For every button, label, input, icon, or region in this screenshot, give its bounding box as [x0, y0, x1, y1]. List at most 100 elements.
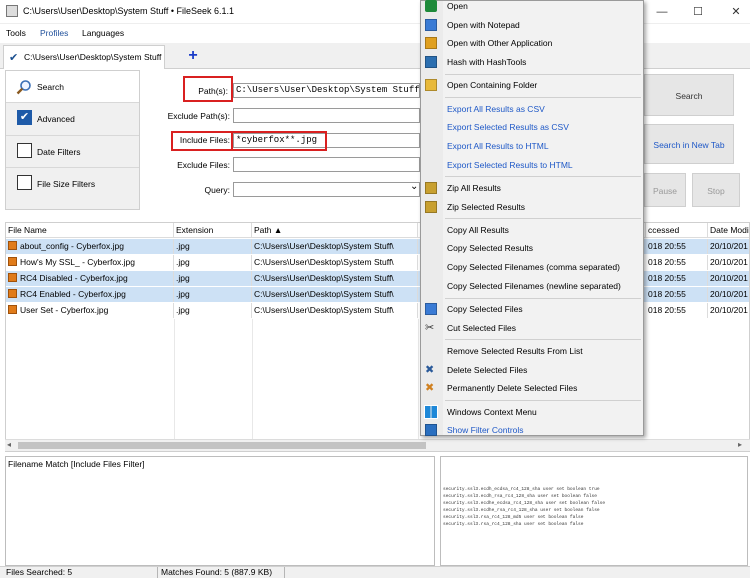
stop-button[interactable]: Stop [692, 173, 740, 207]
file-name: RC4 Enabled - Cyberfox.jpg [20, 289, 126, 299]
side-item-date-filters[interactable]: Date Filters [6, 136, 139, 168]
side-panel: Search ✔ Advanced Date Filters File Size… [5, 70, 140, 210]
file-modified: 20/10/201 [708, 239, 749, 254]
menu-item-remove-selected-results-from-list[interactable]: Remove Selected Results From List [421, 342, 643, 360]
context-menu-separator [445, 73, 641, 75]
file-accessed: 018 20:55 [646, 303, 708, 318]
delete-icon: ✖ [425, 382, 435, 395]
menu-item-show-filter-controls[interactable]: Show Filter Controls [421, 421, 643, 439]
column-header-path[interactable]: Path ▲ [252, 223, 418, 238]
tab-profile[interactable]: ✔ C:\Users\User\Desktop\System Stuff [3, 45, 165, 69]
search-new-tab-button[interactable]: Search in New Tab [644, 124, 734, 164]
menu-languages[interactable]: Languages [82, 28, 124, 38]
menu-item-zip-selected-results[interactable]: Zip Selected Results [421, 198, 643, 216]
side-item-label: Search [37, 82, 64, 92]
paths-label: Path(s): [198, 86, 228, 96]
menu-item-label: Permanently Delete Selected Files [447, 383, 578, 394]
column-divider [418, 319, 419, 439]
menu-item-permanently-delete-selected-files[interactable]: ✖ Permanently Delete Selected Files [421, 379, 643, 397]
query-select[interactable] [233, 182, 420, 197]
side-item-search[interactable]: Search [6, 71, 139, 103]
menu-item-export-all-results-to-html[interactable]: Export All Results to HTML [421, 137, 643, 155]
side-item-advanced[interactable]: ✔ Advanced [6, 103, 139, 136]
file-accessed: 018 20:55 [646, 255, 708, 270]
menu-tools[interactable]: Tools [6, 28, 26, 38]
preview-line: security.ssl3.ecdh_ecdsa_rc4_128_sha use… [443, 487, 600, 492]
menu-item-open-with-other-application[interactable]: Open with Other Application [421, 34, 643, 52]
file-accessed: 018 20:55 [646, 239, 708, 254]
file-accessed: 018 20:55 [646, 271, 708, 286]
search-icon [16, 80, 31, 95]
menu-item-export-selected-results-as-csv[interactable]: Export Selected Results as CSV [421, 118, 643, 136]
menu-item-cut-selected-files[interactable]: ✂ Cut Selected Files [421, 319, 643, 337]
preview-line: security.ssl3.rsa_rc4_128_md5 user set b… [443, 515, 584, 520]
menu-item-windows-context-menu[interactable]: Windows Context Menu [421, 403, 643, 421]
image-file-icon [8, 257, 17, 266]
menu-item-copy-selected-files[interactable]: Copy Selected Files [421, 300, 643, 318]
menu-item-copy-all-results[interactable]: Copy All Results [421, 221, 643, 239]
side-item-label: Date Filters [37, 147, 81, 157]
app-icon [6, 5, 18, 17]
menu-item-copy-selected-filenames-newline-separated[interactable]: Copy Selected Filenames (newline separat… [421, 277, 643, 295]
column-header-extension[interactable]: Extension [174, 223, 252, 238]
scroll-right-icon[interactable]: ▸ [738, 440, 742, 449]
status-divider [284, 567, 285, 578]
pause-button[interactable]: Pause [644, 173, 686, 207]
file-modified: 20/10/201 [708, 255, 749, 270]
side-item-size-filters[interactable]: File Size Filters [6, 168, 139, 200]
column-header-modified[interactable]: Date Modi [708, 223, 749, 238]
image-file-icon [8, 273, 17, 282]
search-button[interactable]: Search [644, 74, 734, 116]
file-modified: 20/10/201 [708, 271, 749, 286]
query-label: Query: [204, 185, 230, 195]
menu-item-label: Export All Results to HTML [447, 140, 549, 151]
scroll-left-icon[interactable]: ◂ [7, 440, 11, 449]
menu-item-open-with-notepad[interactable]: Open with Notepad [421, 16, 643, 34]
menu-item-hash-with-hashtools[interactable]: Hash with HashTools [421, 53, 643, 71]
menu-item-zip-all-results[interactable]: Zip All Results [421, 179, 643, 197]
menu-item-label: Copy All Results [447, 224, 509, 235]
menu-item-label: Export Selected Results as CSV [447, 122, 569, 133]
checkbox-icon[interactable] [17, 143, 32, 158]
file-name: User Set - Cyberfox.jpg [20, 305, 109, 315]
side-item-label: File Size Filters [37, 179, 96, 189]
file-path: C:\Users\User\Desktop\System Stuff\ [252, 255, 418, 270]
menu-item-export-selected-results-to-html[interactable]: Export Selected Results to HTML [421, 156, 643, 174]
preview-line: security.ssl3.ecdh_rsa_rc4_128_sha user … [443, 494, 597, 499]
add-tab-button[interactable]: + [183, 45, 203, 67]
menu-item-export-all-results-as-csv[interactable]: Export All Results as CSV [421, 100, 643, 118]
scrollbar-thumb[interactable] [18, 442, 426, 449]
windows-icon [424, 404, 438, 419]
exclude-paths-label: Exclude Path(s): [167, 111, 230, 121]
menu-item-delete-selected-files[interactable]: ✖ Delete Selected Files [421, 361, 643, 379]
exclude-files-input[interactable] [233, 157, 420, 172]
close-button[interactable]: ✕ [714, 0, 750, 24]
menu-item-copy-selected-results[interactable]: Copy Selected Results [421, 239, 643, 257]
status-matches-found: Matches Found: 5 (887.9 KB) [161, 567, 273, 577]
tab-label: C:\Users\User\Desktop\System Stuff [24, 52, 162, 62]
menu-item-label: Copy Selected Filenames (comma separated… [447, 262, 620, 273]
exclude-paths-input[interactable] [233, 108, 420, 123]
checkbox-checked-icon[interactable]: ✔ [17, 110, 32, 125]
menu-item-label: Cut Selected Files [447, 322, 516, 333]
scissors-icon: ✂ [425, 321, 435, 334]
status-files-searched: Files Searched: 5 [6, 567, 73, 577]
paths-input[interactable]: C:\Users\User\Desktop\System Stuff [233, 83, 420, 98]
preview-line: security.ssl3.ecdhe_ecdsa_rc4_128_sha us… [443, 501, 606, 506]
checkbox-icon[interactable] [17, 175, 32, 190]
file-name: about_config - Cyberfox.jpg [20, 241, 124, 251]
preview-panel: security.ssl3.ecdh_ecdsa_rc4_128_sha use… [440, 456, 748, 566]
folder-icon [425, 79, 437, 92]
menu-item-open-containing-folder[interactable]: Open Containing Folder [421, 76, 643, 94]
file-path: C:\Users\User\Desktop\System Stuff\ [252, 271, 418, 286]
menu-profiles[interactable]: Profiles [40, 28, 68, 38]
chevron-down-icon[interactable]: ⌄ [410, 181, 418, 192]
status-divider [157, 567, 158, 578]
menu-item-copy-selected-filenames-comma-separated[interactable]: Copy Selected Filenames (comma separated… [421, 258, 643, 276]
column-header-accessed[interactable]: ccessed [646, 223, 708, 238]
file-name: How's My SSL_ - Cyberfox.jpg [20, 257, 135, 267]
file-extension: .jpg [174, 287, 252, 302]
column-header-filename[interactable]: File Name [6, 223, 174, 238]
file-extension: .jpg [174, 303, 252, 318]
menu-item-open[interactable]: Open [421, 0, 643, 15]
